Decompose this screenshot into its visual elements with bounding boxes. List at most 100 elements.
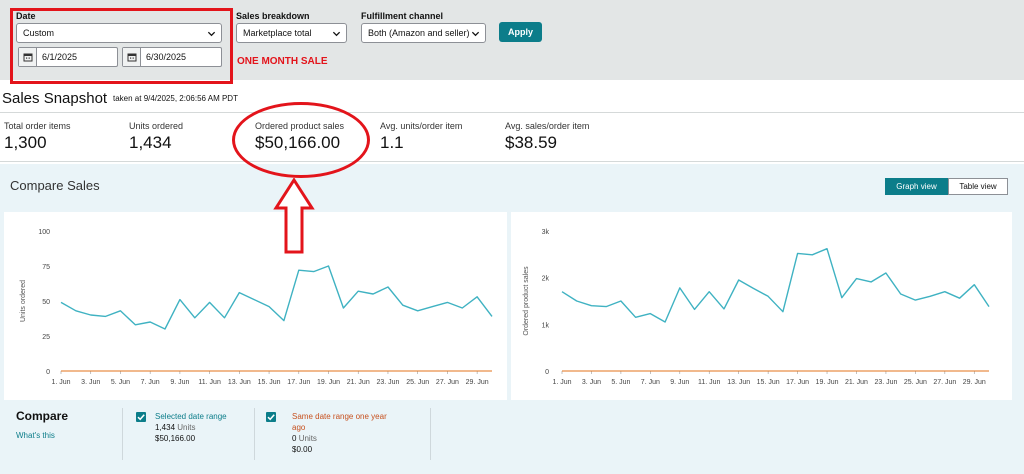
annotation-highlight-box	[10, 8, 233, 84]
units-ordered-chart: 0 25 50 75 100 Units ordered 1. Jun 3. Jun 5. Ju…	[4, 212, 507, 400]
x-tick-label: 25. Jun	[904, 379, 927, 386]
check-icon	[267, 414, 275, 421]
table-view-button[interactable]: Table view	[948, 178, 1008, 195]
x-tick-label: 19. Jun	[816, 379, 839, 386]
last-year-label-line2: ago	[292, 423, 306, 432]
x-tick-label: 27. Jun	[933, 379, 956, 386]
compare-title: Compare	[16, 409, 69, 423]
y-tick-label: 3k	[542, 229, 550, 236]
snapshot-timestamp: taken at 9/4/2025, 2:06:56 AM PDT	[113, 94, 238, 103]
y-tick-label: 0	[545, 369, 549, 376]
ordered-product-sales-chart-svg: 0 1k 2k 3k Ordered product sales 1. Jun 3. Jun…	[523, 229, 990, 386]
divider	[0, 161, 1024, 162]
x-tick-label: 27. Jun	[436, 379, 459, 386]
fulfillment-channel-select[interactable]: Both (Amazon and seller)	[361, 23, 486, 43]
selected-series-line	[561, 248, 990, 323]
units-word: Units	[177, 423, 196, 432]
y-axis-label: Ordered product sales	[523, 266, 530, 336]
divider	[0, 112, 1024, 113]
x-tick-label: 21. Jun	[347, 379, 370, 386]
x-tick-label: 23. Jun	[376, 379, 399, 386]
x-tick-label: 11. Jun	[198, 379, 221, 386]
units-word: Units	[298, 434, 317, 443]
x-tick-label: 15. Jun	[757, 379, 780, 386]
sales-snapshot-title: Sales Snapshot	[2, 90, 108, 107]
fulfillment-channel-value: Both (Amazon and seller)	[368, 28, 470, 38]
whats-this-link[interactable]: What's this	[16, 431, 55, 440]
divider	[430, 408, 431, 460]
metric-avg-sales-per-order-item: Avg. sales/order item $38.59	[505, 121, 589, 153]
x-tick-label: 3. Jun	[582, 379, 601, 386]
x-tick-label: 9. Jun	[170, 379, 189, 386]
selected-series-line	[60, 265, 493, 330]
last-year-checkbox[interactable]	[266, 412, 276, 422]
x-tick-label: 7. Jun	[641, 379, 660, 386]
apply-button[interactable]: Apply	[499, 22, 542, 42]
metric-value: 1,300	[4, 133, 47, 152]
x-tick-label: 29. Jun	[466, 379, 489, 386]
selected-range-legend: Selected date range 1,434 Units $50,166.…	[155, 411, 227, 444]
seller-central-sales-dashboard: Date Custom 6/1/2025 6/30/2025 Sales bre…	[0, 0, 1024, 474]
y-tick-label: 25	[42, 334, 50, 341]
x-tick-label: 17. Jun	[287, 379, 310, 386]
selected-range-sales: $50,166.00	[155, 434, 196, 443]
x-tick-label: 3. Jun	[81, 379, 100, 386]
metric-value: 1.1	[380, 133, 404, 152]
last-year-units: 0	[292, 434, 297, 443]
units-ordered-chart-svg: 0 25 50 75 100 Units ordered 1. Jun 3. Jun 5. Ju…	[20, 229, 493, 386]
sales-breakdown-label: Sales breakdown	[236, 11, 310, 21]
metric-label: Total order items	[4, 121, 71, 131]
x-tick-label: 5. Jun	[611, 379, 630, 386]
x-tick-label: 1. Jun	[552, 379, 571, 386]
metric-label: Units ordered	[129, 121, 184, 131]
y-tick-label: 50	[42, 299, 50, 306]
y-tick-label: 2k	[542, 276, 550, 283]
annotation-ellipse	[232, 102, 370, 178]
ordered-product-sales-chart: 0 1k 2k 3k Ordered product sales 1. Jun 3. Jun…	[511, 212, 1012, 400]
y-tick-label: 1k	[542, 322, 550, 329]
x-tick-label: 25. Jun	[406, 379, 429, 386]
x-tick-label: 9. Jun	[670, 379, 689, 386]
annotation-up-arrow	[273, 178, 315, 254]
x-tick-label: 29. Jun	[963, 379, 986, 386]
x-tick-label: 13. Jun	[727, 379, 750, 386]
metric-label: Avg. units/order item	[380, 121, 463, 131]
metric-value: 1,434	[129, 133, 172, 152]
selected-range-label: Selected date range	[155, 412, 227, 421]
metric-label: Avg. sales/order item	[505, 121, 590, 131]
metric-value: $38.59	[505, 133, 557, 152]
x-tick-label: 21. Jun	[845, 379, 868, 386]
x-tick-label: 11. Jun	[698, 379, 721, 386]
chevron-down-icon	[471, 31, 480, 37]
x-tick-label: 15. Jun	[258, 379, 281, 386]
x-tick-label: 5. Jun	[111, 379, 130, 386]
y-tick-label: 75	[42, 264, 50, 271]
x-tick-label: 13. Jun	[228, 379, 251, 386]
compare-sales-title: Compare Sales	[10, 178, 100, 193]
x-tick-label: 19. Jun	[317, 379, 340, 386]
x-tick-label: 1. Jun	[51, 379, 70, 386]
metric-avg-units-per-order-item: Avg. units/order item 1.1	[380, 121, 462, 153]
annotation-text: ONE MONTH SALE	[237, 56, 328, 67]
y-tick-label: 100	[38, 229, 50, 236]
sales-breakdown-value: Marketplace total	[243, 28, 312, 38]
selected-range-units: 1,434	[155, 423, 176, 432]
x-tick-label: 23. Jun	[874, 379, 897, 386]
last-year-label-line1: Same date range one year	[292, 412, 387, 421]
x-tick-label: 7. Jun	[141, 379, 160, 386]
divider	[254, 408, 255, 460]
last-year-sales: $0.00	[292, 445, 313, 454]
metric-units-ordered: Units ordered 1,434	[129, 121, 183, 153]
graph-view-button[interactable]: Graph view	[885, 178, 948, 195]
selected-range-checkbox[interactable]	[136, 412, 146, 422]
x-tick-label: 17. Jun	[786, 379, 809, 386]
sales-breakdown-select[interactable]: Marketplace total	[236, 23, 347, 43]
divider	[122, 408, 123, 460]
last-year-legend: Same date range one year ago 0 Units $0.…	[292, 411, 387, 455]
fulfillment-channel-label: Fulfillment channel	[361, 11, 444, 21]
check-icon	[137, 414, 145, 421]
y-tick-label: 0	[46, 369, 50, 376]
metric-total-order-items: Total order items 1,300	[4, 121, 71, 153]
y-axis-label: Units ordered	[20, 280, 27, 322]
chevron-down-icon	[332, 31, 341, 37]
